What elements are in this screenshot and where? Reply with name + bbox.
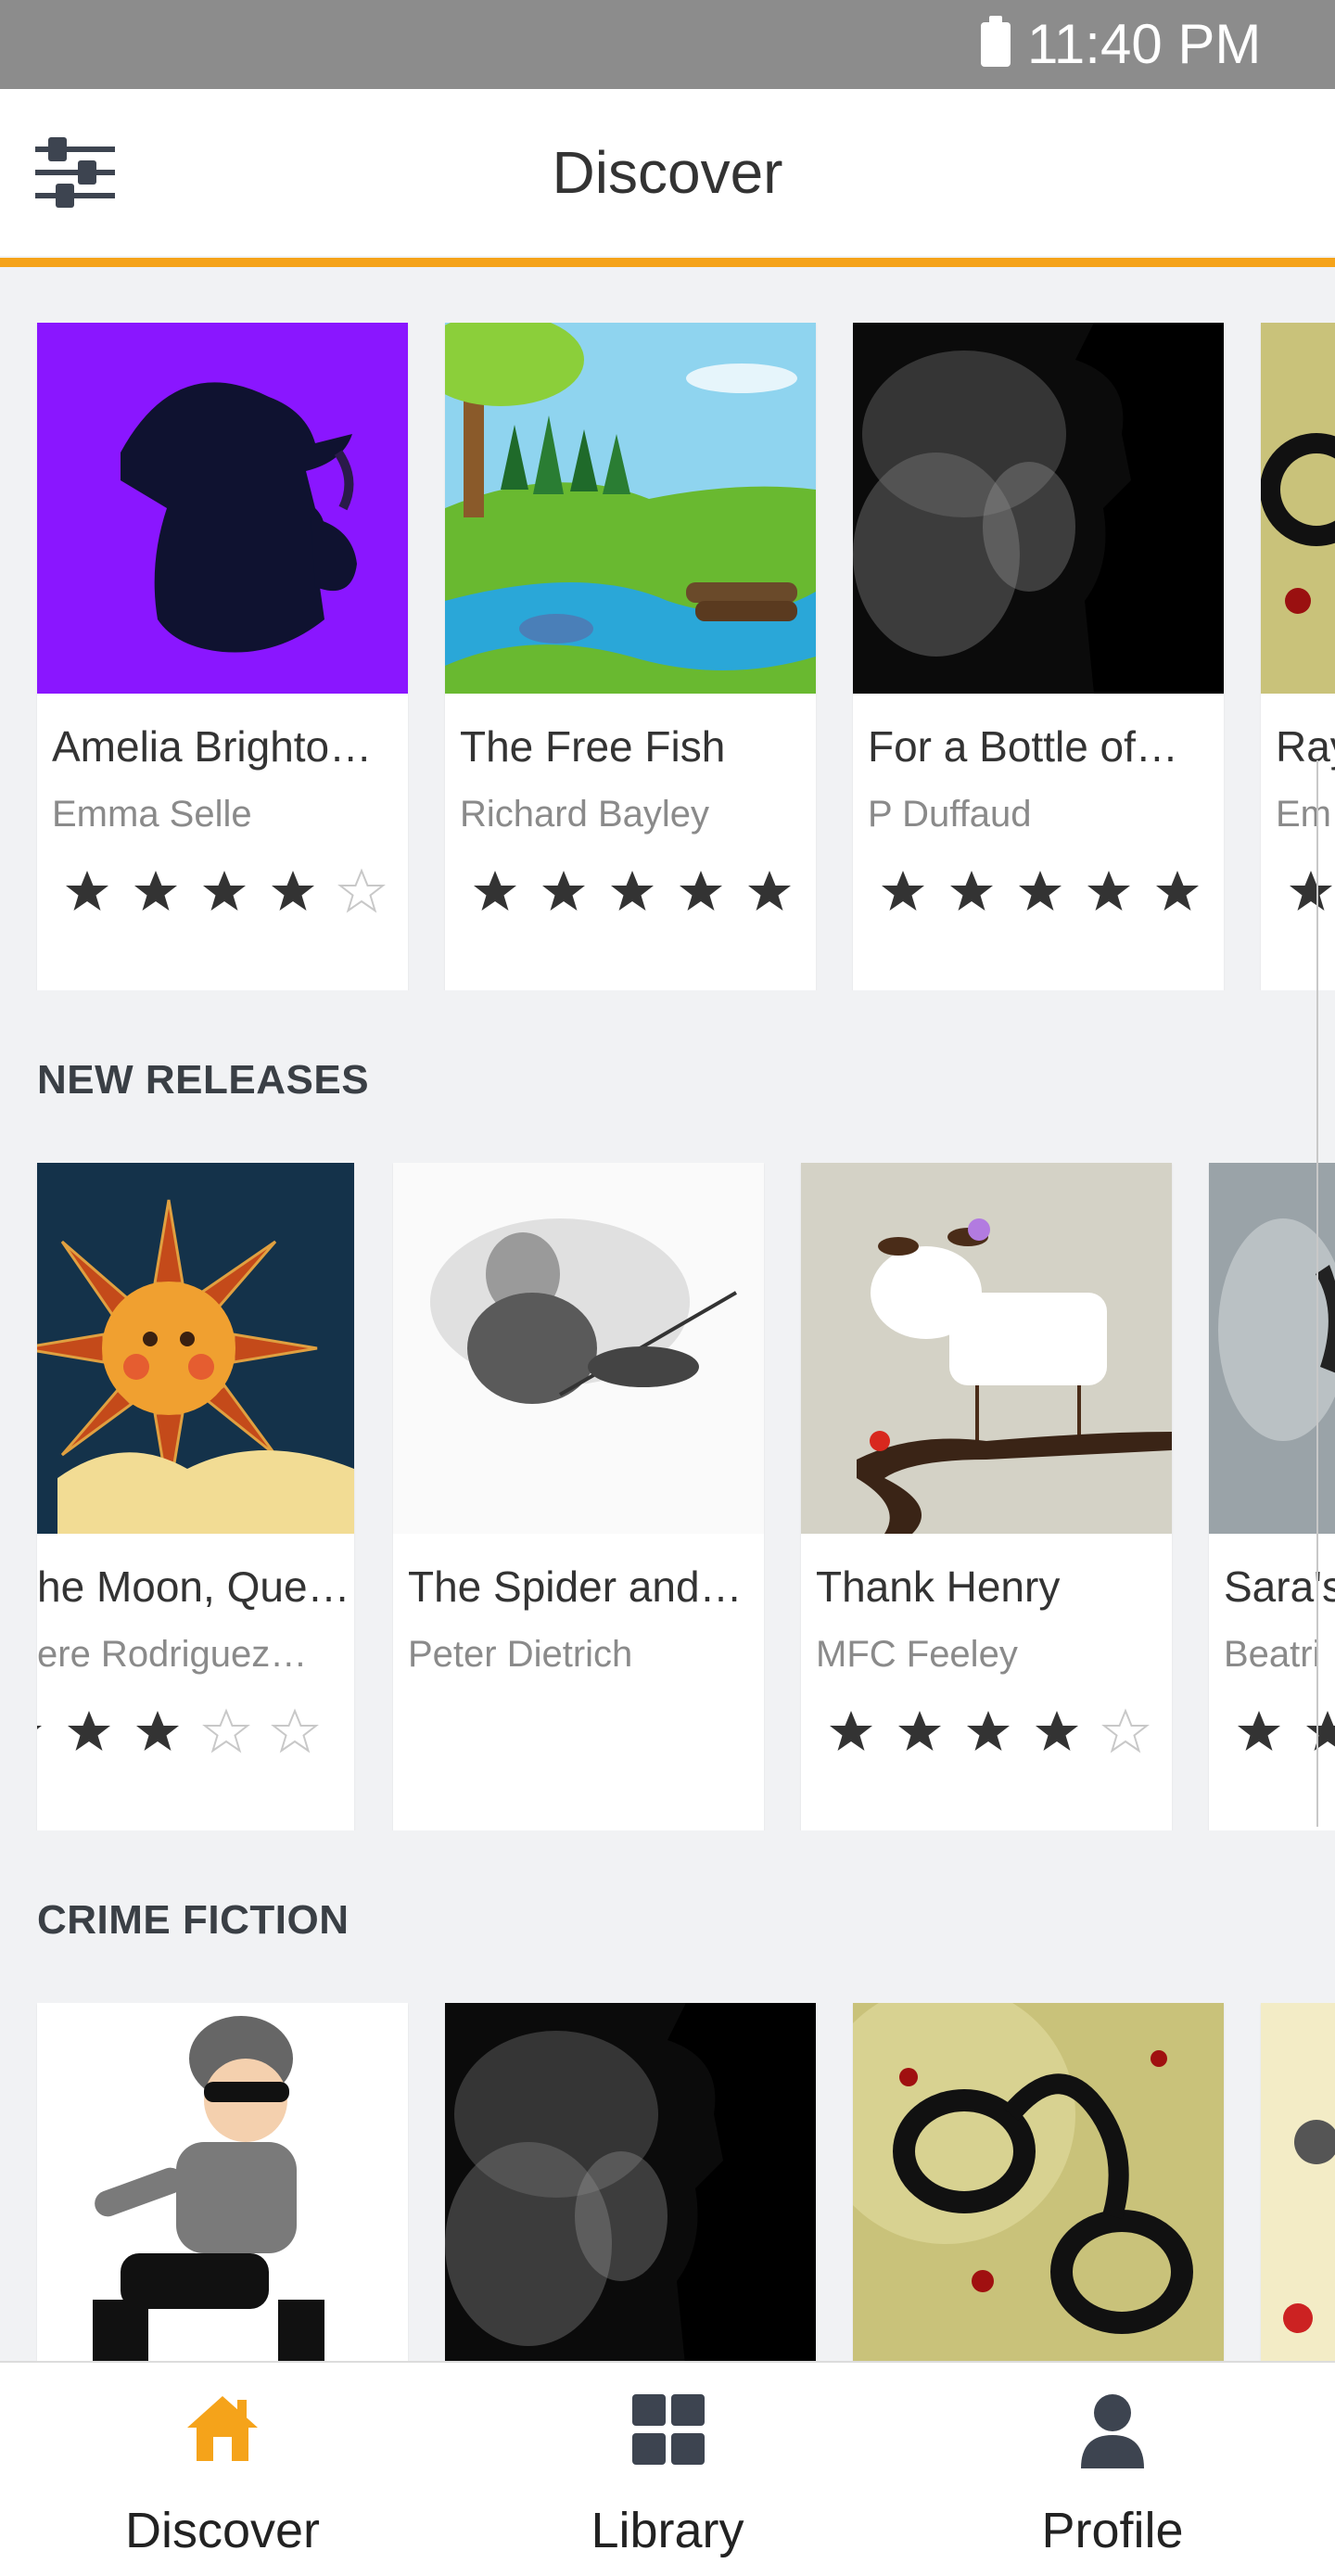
star-filled-icon [63, 868, 111, 916]
section-heading-new-releases: NEW RELEASES [37, 1057, 370, 1103]
star-filled-icon [132, 868, 180, 916]
book-card[interactable] [1261, 2003, 1335, 2361]
book-card[interactable] [445, 2003, 816, 2361]
grid-icon [629, 2391, 706, 2468]
star-filled-icon [896, 1708, 944, 1756]
book-card[interactable]: The Free Fish Richard Bayley [445, 323, 816, 990]
book-card[interactable]: The Spider and… Peter Dietrich [393, 1163, 764, 1830]
book-card[interactable]: he Moon, Que… ere Rodriguez… [37, 1163, 354, 1830]
book-author: P Duffaud [868, 794, 1032, 835]
book-cover [853, 323, 1224, 694]
book-title: Thank Henry [816, 1562, 1061, 1611]
star-filled-icon [1016, 868, 1064, 916]
star-empty-icon [202, 1708, 250, 1756]
star-filled-icon [471, 868, 519, 916]
star-filled-icon [879, 868, 927, 916]
book-title: For a Bottle of… [868, 722, 1178, 771]
book-cover [37, 2003, 408, 2361]
overlay-panel-edge [1316, 760, 1335, 1827]
app-bar: Discover [0, 89, 1335, 267]
rating-stars [827, 1708, 1170, 1764]
book-title: The Free Fish [460, 722, 726, 771]
section-heading-crime-fiction: CRIME FICTION [37, 1897, 350, 1943]
star-filled-icon [745, 868, 794, 916]
book-card[interactable]: Amelia Brighto… Emma Selle [37, 323, 408, 990]
star-filled-icon [37, 1708, 44, 1756]
star-filled-icon [677, 868, 725, 916]
star-filled-icon [608, 868, 656, 916]
book-card[interactable] [853, 2003, 1224, 2361]
star-filled-icon [269, 868, 317, 916]
book-title: he Moon, Que… [37, 1562, 350, 1611]
star-filled-icon [1153, 868, 1202, 916]
book-cover [801, 1163, 1172, 1534]
rating-stars [471, 868, 814, 924]
battery-icon [981, 16, 1011, 67]
book-author: MFC Feeley [816, 1634, 1018, 1675]
book-author: ere Rodriguez… [37, 1634, 308, 1675]
book-title: The Spider and… [408, 1562, 743, 1611]
star-filled-icon [540, 868, 588, 916]
status-time: 11:40 PM [1027, 13, 1262, 75]
rating-stars [63, 868, 406, 924]
star-filled-icon [1033, 1708, 1081, 1756]
status-bar: 11:40 PM [0, 0, 1335, 89]
nav-library[interactable]: Library [445, 2363, 890, 2576]
header-accent-line [0, 258, 1335, 267]
star-empty-icon [1101, 1708, 1150, 1756]
star-filled-icon [947, 868, 996, 916]
book-card[interactable] [37, 2003, 408, 2361]
book-cover [1261, 323, 1335, 694]
rating-stars [879, 868, 1222, 924]
star-empty-icon [271, 1708, 319, 1756]
book-title: Amelia Brighto… [52, 722, 373, 771]
nav-label: Discover [124, 2503, 321, 2558]
star-empty-icon [337, 868, 386, 916]
star-filled-icon [1085, 868, 1133, 916]
star-filled-icon [1235, 1708, 1283, 1756]
book-cover [445, 2003, 816, 2361]
rating-stars [37, 1708, 339, 1764]
star-filled-icon [964, 1708, 1012, 1756]
nav-discover[interactable]: Discover [0, 2363, 445, 2576]
book-cover [445, 323, 816, 694]
book-author: Richard Bayley [460, 794, 710, 835]
nav-label: Profile [1041, 2503, 1184, 2558]
person-icon [1074, 2391, 1151, 2468]
bottom-nav: Discover Library Profile [0, 2361, 1335, 2576]
star-filled-icon [200, 868, 248, 916]
book-card[interactable]: Thank Henry MFC Feeley [801, 1163, 1172, 1830]
nav-profile[interactable]: Profile [890, 2363, 1335, 2576]
star-filled-icon [827, 1708, 875, 1756]
book-author: Peter Dietrich [408, 1634, 633, 1675]
book-cover [37, 323, 408, 694]
star-filled-icon [65, 1708, 113, 1756]
book-author: Emma Selle [52, 794, 252, 835]
book-cover [37, 1163, 354, 1534]
crime-fiction-row[interactable] [0, 2003, 1335, 2361]
filter-sliders-icon[interactable] [35, 137, 115, 208]
nav-label: Library [591, 2503, 744, 2558]
book-card[interactable]: For a Bottle of… P Duffaud [853, 323, 1224, 990]
book-cover [1261, 2003, 1335, 2361]
book-cover [853, 2003, 1224, 2361]
star-filled-icon [134, 1708, 182, 1756]
book-cover [393, 1163, 764, 1534]
new-releases-row[interactable]: he Moon, Que… ere Rodriguez… The Spider … [0, 1163, 1335, 1830]
featured-row[interactable]: Amelia Brighto… Emma Selle The Free Fish… [0, 323, 1335, 990]
page-title: Discover [552, 139, 783, 206]
home-icon [184, 2391, 261, 2468]
